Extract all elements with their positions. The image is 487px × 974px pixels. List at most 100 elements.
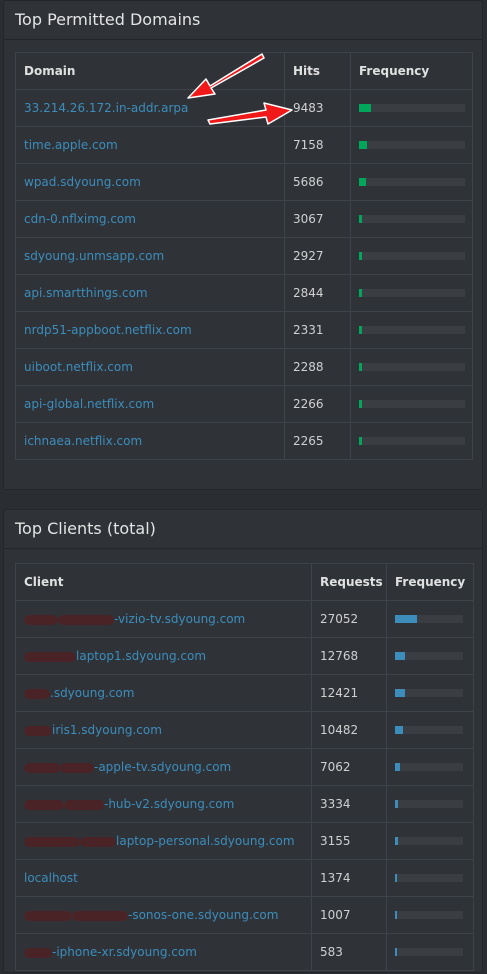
frequency-bar-fill	[395, 652, 405, 660]
frequency-cell	[386, 637, 474, 675]
frequency-bar-fill	[395, 763, 400, 771]
domain-link[interactable]: sdyoung.unmsapp.com	[24, 249, 164, 263]
column-header-hits[interactable]: Hits	[284, 52, 351, 90]
table-row: nrdp51-appboot.netflix.com 2331	[15, 311, 473, 349]
redacted-mark	[24, 762, 60, 773]
domain-link[interactable]: api-global.netflix.com	[24, 397, 154, 411]
name-cell: -sonos-one.sdyoung.com	[15, 896, 312, 934]
table-row: iris1.sdyoung.com 10482	[15, 711, 474, 749]
client-link[interactable]: .sdyoung.com	[50, 686, 134, 700]
frequency-cell	[386, 711, 474, 749]
column-header-client[interactable]: Client	[15, 563, 312, 601]
top-clients-title: Top Clients (total)	[4, 510, 482, 549]
table-row: uiboot.netflix.com 2288	[15, 348, 473, 386]
frequency-bar	[395, 948, 463, 956]
requests-cell: 1007	[311, 896, 387, 934]
table-header-row: Client Requests Frequency	[15, 563, 474, 601]
redacted-mark	[24, 799, 64, 810]
domain-link[interactable]: ichnaea.netflix.com	[24, 434, 142, 448]
name-cell: sdyoung.unmsapp.com	[15, 237, 285, 275]
domain-link[interactable]: 33.214.26.172.in-addr.arpa	[24, 101, 188, 115]
client-link[interactable]: -sonos-one.sdyoung.com	[128, 908, 278, 922]
frequency-bar	[359, 178, 465, 186]
requests-cell: 12421	[311, 674, 387, 712]
hits-cell: 2266	[284, 385, 351, 423]
frequency-cell	[350, 348, 473, 386]
frequency-bar-fill	[395, 689, 405, 697]
frequency-bar-fill	[359, 104, 371, 112]
table-row: cdn-0.nflximg.com 3067	[15, 200, 473, 238]
frequency-bar	[395, 837, 463, 845]
frequency-cell	[350, 200, 473, 238]
hits-cell: 2265	[284, 422, 351, 460]
name-cell: -hub-v2.sdyoung.com	[15, 785, 312, 823]
name-cell: iris1.sdyoung.com	[15, 711, 312, 749]
top-domains-body: 33.214.26.172.in-addr.arpa 9483 time.apple…	[15, 89, 473, 460]
hits-cell: 5686	[284, 163, 351, 201]
table-row: ichnaea.netflix.com 2265	[15, 422, 473, 460]
hits-cell: 2927	[284, 237, 351, 275]
frequency-bar	[395, 615, 463, 623]
table-row: .sdyoung.com 12421	[15, 674, 474, 712]
frequency-bar-fill	[359, 363, 362, 371]
client-link[interactable]: -iphone-xr.sdyoung.com	[52, 945, 197, 959]
domain-link[interactable]: cdn-0.nflximg.com	[24, 212, 136, 226]
frequency-bar	[395, 800, 463, 808]
frequency-bar	[395, 763, 463, 771]
frequency-cell	[350, 89, 473, 127]
hits-cell: 7158	[284, 126, 351, 164]
frequency-bar	[359, 215, 465, 223]
frequency-cell	[350, 237, 473, 275]
domain-link[interactable]: uiboot.netflix.com	[24, 360, 133, 374]
frequency-bar-fill	[359, 178, 366, 186]
requests-cell: 583	[311, 933, 387, 971]
name-cell: localhost	[15, 859, 312, 897]
requests-cell: 12768	[311, 637, 387, 675]
redacted-mark	[80, 836, 116, 847]
annotation-arrow-hits	[207, 102, 293, 125]
client-link[interactable]: localhost	[24, 871, 78, 885]
frequency-bar-fill	[359, 326, 362, 334]
name-cell: time.apple.com	[15, 126, 285, 164]
name-cell: api-global.netflix.com	[15, 385, 285, 423]
hits-cell: 3067	[284, 200, 351, 238]
redacted-mark	[24, 836, 80, 847]
column-header-frequency[interactable]: Frequency	[350, 52, 473, 90]
table-row: -iphone-xr.sdyoung.com 583	[15, 933, 474, 971]
client-link[interactable]: laptop1.sdyoung.com	[76, 649, 206, 663]
client-link[interactable]: iris1.sdyoung.com	[52, 723, 162, 737]
frequency-bar-fill	[359, 289, 362, 297]
domain-link[interactable]: time.apple.com	[24, 138, 118, 152]
domain-link[interactable]: nrdp51-appboot.netflix.com	[24, 323, 192, 337]
redacted-mark	[58, 614, 114, 625]
redacted-mark	[24, 910, 72, 921]
column-header-requests[interactable]: Requests	[311, 563, 387, 601]
frequency-bar-fill	[395, 911, 397, 919]
column-header-frequency[interactable]: Frequency	[386, 563, 474, 601]
name-cell: ichnaea.netflix.com	[15, 422, 285, 460]
domain-link[interactable]: api.smartthings.com	[24, 286, 148, 300]
frequency-bar	[359, 400, 465, 408]
frequency-bar	[359, 289, 465, 297]
frequency-cell	[386, 785, 474, 823]
domain-link[interactable]: wpad.sdyoung.com	[24, 175, 141, 189]
client-link[interactable]: -apple-tv.sdyoung.com	[94, 760, 231, 774]
frequency-cell	[386, 600, 474, 638]
name-cell: -vizio-tv.sdyoung.com	[15, 600, 312, 638]
table-row: api-global.netflix.com 2266	[15, 385, 473, 423]
table-row: -sonos-one.sdyoung.com 1007	[15, 896, 474, 934]
client-link[interactable]: -vizio-tv.sdyoung.com	[114, 612, 245, 626]
redacted-mark	[24, 651, 76, 662]
frequency-cell	[386, 822, 474, 860]
client-link[interactable]: laptop-personal.sdyoung.com	[116, 834, 295, 848]
client-link[interactable]: -hub-v2.sdyoung.com	[104, 797, 234, 811]
table-row: laptop1.sdyoung.com 12768	[15, 637, 474, 675]
name-cell: .sdyoung.com	[15, 674, 312, 712]
frequency-bar-fill	[395, 837, 398, 845]
table-row: wpad.sdyoung.com 5686	[15, 163, 473, 201]
redacted-mark	[24, 947, 52, 958]
frequency-bar	[359, 437, 465, 445]
table-row: laptop-personal.sdyoung.com 3155	[15, 822, 474, 860]
table-row: localhost 1374	[15, 859, 474, 897]
table-row: time.apple.com 7158	[15, 126, 473, 164]
